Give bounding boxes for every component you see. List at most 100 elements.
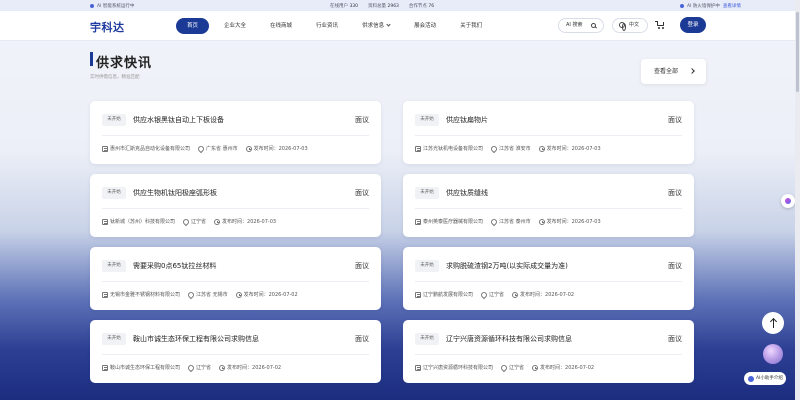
clock-icon bbox=[538, 145, 545, 152]
company-info: 钛新城（苏州）科技有限公司 bbox=[102, 218, 175, 225]
supply-card[interactable]: 未开始 供应钛质缝线 面议 泰州英泰医疗器械有限公司 江苏省 泰州市 发布时间：2026-… bbox=[403, 174, 694, 237]
company-icon bbox=[102, 218, 108, 225]
nav-item-supply-demand[interactable]: 供求信息 bbox=[353, 18, 399, 34]
card-title[interactable]: 求购脱硫渣钢2万吨(以实际成交量为准) bbox=[446, 261, 568, 271]
date-info: 发布时间：2026-07-02 bbox=[235, 291, 298, 298]
security-text: AI 防火墙保护中 bbox=[687, 3, 720, 9]
location-text: 辽宁省 bbox=[191, 219, 207, 225]
company-info: 江苏光钛机电设备有限公司 bbox=[415, 145, 483, 152]
floating-app-icon[interactable] bbox=[781, 194, 795, 208]
card-title[interactable]: 需要采购0点65钛拉丝材料 bbox=[133, 261, 216, 271]
company-icon bbox=[415, 218, 421, 225]
clock-icon bbox=[538, 218, 545, 225]
publish-date: 发布时间：2026-07-02 bbox=[540, 365, 595, 371]
supply-card[interactable]: 未开始 求购脱硫渣钢2万吨(以实际成交量为准) 面议 辽宁鹏航发展有限公司 辽宁省 发布时… bbox=[403, 247, 694, 310]
card-title[interactable]: 供应水银黑钛自动上下板设备 bbox=[133, 115, 224, 125]
divider bbox=[102, 135, 369, 136]
top-notice-bar: AI 智能系统运行中 在线用户 330 资料总量 2963 合作节点 76 AI… bbox=[0, 0, 800, 11]
nav-item-about[interactable]: 关于我们 bbox=[451, 18, 491, 34]
view-all-button[interactable]: 查看全部 bbox=[641, 59, 706, 84]
card-title[interactable]: 供应钛扁物片 bbox=[446, 115, 488, 125]
card-title[interactable]: 鞍山市诚生态环保工程有限公司求购信息 bbox=[133, 334, 259, 344]
company-info: 无锡市金雅不锈钢材料有限公司 bbox=[102, 291, 180, 298]
back-to-top-button[interactable] bbox=[762, 312, 784, 334]
company-info: 惠州市汇斯克品自动化设备有限公司 bbox=[102, 145, 190, 152]
cart-icon[interactable] bbox=[655, 20, 667, 30]
site-stats: 在线用户 330 资料总量 2963 合作节点 76 bbox=[330, 3, 434, 9]
ai-search-label: AI 搜索 bbox=[566, 22, 583, 28]
stat-value: 76 bbox=[428, 3, 435, 9]
nav-item-home[interactable]: 首页 bbox=[176, 18, 210, 34]
card-price: 面议 bbox=[355, 335, 369, 343]
card-title[interactable]: 供应钛质缝线 bbox=[446, 188, 488, 198]
chevron-down-icon bbox=[386, 22, 391, 27]
date-info: 发布时间：2026-07-03 bbox=[245, 145, 308, 152]
card-meta: 惠州市汇斯克品自动化设备有限公司 广东省 惠州市 发布时间：2026-07-03 bbox=[102, 144, 316, 153]
ai-search-button[interactable]: AI 搜索 bbox=[558, 18, 604, 33]
card-title[interactable]: 供应生物机钛阳极座弧形板 bbox=[133, 188, 217, 198]
location-text: 辽宁省 bbox=[196, 365, 212, 371]
clock-icon bbox=[532, 364, 539, 371]
date-info: 发布时间：2026-07-02 bbox=[532, 364, 594, 371]
card-meta: 辽宁鹏航发展有限公司 辽宁省 发布时间：2026-07-02 bbox=[415, 290, 582, 299]
publish-date: 发布时间：2026-07-03 bbox=[253, 146, 308, 152]
date-info: 发布时间：2026-07-02 bbox=[512, 291, 574, 298]
supply-card[interactable]: 未开始 供应钛扁物片 面议 江苏光钛机电设备有限公司 江苏省 淮安市 发布时间：2026-… bbox=[403, 101, 694, 164]
status-badge: 未开始 bbox=[415, 114, 439, 126]
company-info: 辽宁鹏航发展有限公司 bbox=[415, 291, 473, 298]
nav-item-news[interactable]: 行业资讯 bbox=[307, 18, 347, 34]
location-info: 广东省 惠州市 bbox=[196, 144, 238, 153]
ai-assistant-orb[interactable] bbox=[763, 344, 783, 364]
nav-item-mall[interactable]: 在线商城 bbox=[261, 18, 301, 34]
status-badge: 未开始 bbox=[102, 114, 126, 126]
date-info: 发布时间：2026-07-03 bbox=[538, 145, 601, 152]
page-scrollbar[interactable] bbox=[795, 0, 800, 400]
location-pin-icon bbox=[186, 290, 196, 299]
publish-date: 发布时间：2026-07-03 bbox=[546, 146, 601, 152]
supply-card[interactable]: 未开始 鞍山市诚生态环保工程有限公司求购信息 面议 鞍山市诚生态环保工程有限公司 辽宁省… bbox=[90, 320, 381, 383]
location-text: 江苏省 泰州市 bbox=[499, 219, 531, 225]
clock-icon bbox=[235, 291, 242, 298]
nav-item-exhibitions[interactable]: 展会活动 bbox=[405, 18, 445, 34]
nav-item-label: 供求信息 bbox=[362, 23, 385, 29]
publish-date: 发布时间：2026-07-03 bbox=[546, 219, 601, 225]
company-icon bbox=[102, 145, 108, 152]
publish-date: 发布时间：2026-07-02 bbox=[243, 292, 298, 298]
location-pin-icon bbox=[479, 290, 489, 299]
site-logo[interactable]: 宇科达 bbox=[90, 19, 125, 35]
divider bbox=[102, 354, 369, 355]
language-switcher[interactable]: 中文 bbox=[612, 18, 648, 33]
card-title[interactable]: 辽宁兴唐资源循环科技有限公司求购信息 bbox=[446, 334, 572, 344]
location-info: 辽宁省 bbox=[479, 290, 504, 299]
date-info: 发布时间：2026-07-02 bbox=[219, 364, 281, 371]
supply-card[interactable]: 未开始 辽宁兴唐资源循环科技有限公司求购信息 面议 辽宁兴唐资源循环科技有限公司 辽宁省… bbox=[403, 320, 694, 383]
location-text: 江苏省 淮安市 bbox=[499, 146, 531, 152]
ai-assistant-label: AI小助手介绍 bbox=[756, 376, 783, 381]
nav-menu: 首页 企业大全 在线商城 行业资讯 供求信息 展会活动 关于我们 bbox=[176, 18, 497, 34]
location-info: 辽宁省 bbox=[499, 363, 524, 372]
clock-icon bbox=[214, 218, 221, 225]
card-meta: 无锡市金雅不锈钢材料有限公司 江苏省 无锡市 发布时间：2026-07-02 bbox=[102, 290, 306, 299]
supply-card[interactable]: 未开始 供应水银黑钛自动上下板设备 面议惠州市汇斯克品自动化设备有限公司 广东省 惠州… bbox=[90, 101, 381, 164]
status-badge: 未开始 bbox=[415, 333, 439, 345]
security-details-link[interactable]: 查看详情 bbox=[723, 3, 741, 9]
login-button[interactable]: 登录 bbox=[680, 17, 706, 33]
stat-label: 资料总量 bbox=[368, 3, 387, 9]
company-name: 惠州市汇斯克品自动化设备有限公司 bbox=[110, 146, 191, 152]
chevron-right-icon bbox=[689, 68, 695, 74]
stat-value: 330 bbox=[349, 3, 359, 9]
company-name: 鞍山市诚生态环保工程有限公司 bbox=[110, 365, 181, 371]
scrollbar-thumb[interactable] bbox=[796, 12, 799, 92]
location-info: 江苏省 淮安市 bbox=[489, 144, 531, 153]
date-info: 发布时间：2026-07-03 bbox=[214, 218, 276, 225]
nav-item-companies[interactable]: 企业大全 bbox=[215, 18, 255, 34]
location-info: 辽宁省 bbox=[181, 217, 207, 226]
company-info: 辽宁兴唐资源循环科技有限公司 bbox=[415, 364, 493, 371]
card-price: 面议 bbox=[355, 116, 369, 124]
stat-online-users: 在线用户 330 bbox=[330, 3, 358, 9]
supply-card[interactable]: 未开始 需要采购0点65钛拉丝材料 面议 无锡市金雅不锈钢材料有限公司 江苏省 无锡市 发… bbox=[90, 247, 381, 310]
company-icon bbox=[102, 291, 108, 298]
supply-card[interactable]: 未开始 供应生物机钛阳极座弧形板 面议 钛新城（苏州）科技有限公司 辽宁省 发布时间：20… bbox=[90, 174, 381, 237]
location-pin-icon bbox=[186, 363, 196, 372]
ai-assistant-intro-button[interactable]: AI小助手介绍 bbox=[744, 372, 786, 385]
